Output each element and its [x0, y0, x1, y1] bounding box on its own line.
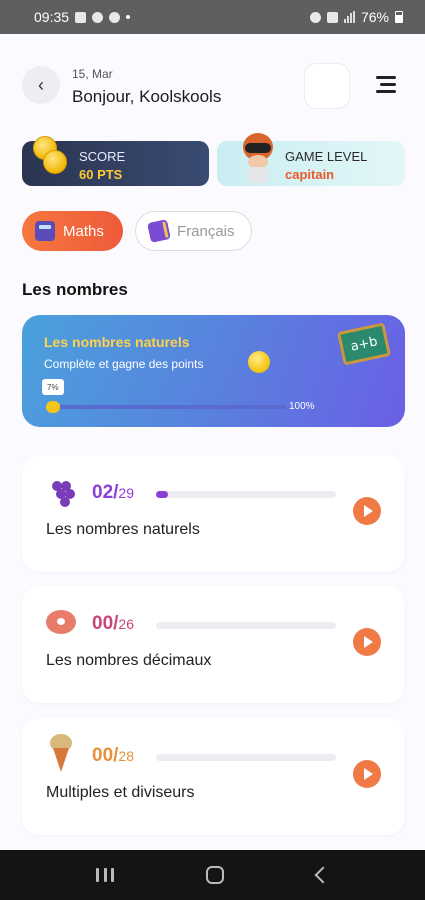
play-button[interactable] [353, 497, 381, 525]
score-label: SCORE [79, 149, 126, 164]
progress-percent-bubble: 7% [42, 379, 64, 395]
lesson-title: Les nombres naturels [46, 521, 200, 538]
score-value: 60 PTS [79, 167, 123, 182]
lesson-count: 00/26 [92, 613, 134, 634]
app-screen: ‹ 15, Mar Bonjour, Koolskools SCORE 60 P… [0, 34, 425, 850]
astronaut-avatar-icon [239, 133, 275, 185]
lesson-progress-fill [156, 491, 169, 498]
greeting-text: Bonjour, Koolskools [72, 87, 222, 106]
coin-icon [248, 351, 270, 373]
lesson-title: Les nombres décimaux [46, 652, 212, 669]
notification-dot-icon [126, 15, 131, 19]
back-button[interactable]: ‹ [22, 66, 60, 104]
featured-progress-track [46, 405, 286, 409]
cloud-icon [109, 11, 121, 23]
alarm-icon [309, 11, 321, 23]
lesson-title: Multiples et diviseurs [46, 784, 195, 801]
status-bar: 09:35 76% [0, 0, 425, 34]
tab-maths-label: Maths [63, 222, 104, 240]
game-level-card: GAME LEVEL capitain [217, 133, 405, 186]
lesson-progress-track [156, 491, 336, 498]
wifi-icon [326, 11, 338, 23]
status-time: 09:35 [34, 9, 70, 25]
lesson-card[interactable]: 00/28 Multiples et diviseurs [22, 718, 405, 835]
gallery-icon [75, 11, 87, 23]
featured-subtitle: Complète et gagne des points [44, 357, 204, 371]
lesson-progress-track [156, 622, 336, 629]
home-icon[interactable] [206, 866, 225, 884]
featured-progress-knob [46, 401, 60, 413]
coins-icon [29, 136, 73, 180]
book-icon [147, 219, 171, 243]
featured-lesson-card[interactable]: Les nombres naturels Complète et gagne d… [22, 315, 405, 427]
ice-cream-icon [48, 734, 74, 772]
battery-icon [395, 11, 403, 23]
grapes-icon [50, 475, 78, 509]
score-card: SCORE 60 PTS [22, 136, 209, 186]
battery-percent: 76% [360, 9, 389, 25]
section-title: Les nombres [22, 280, 128, 299]
featured-title: Les nombres naturels [44, 334, 190, 350]
lesson-count: 02/29 [92, 482, 134, 503]
back-icon[interactable] [314, 866, 332, 884]
menu-icon [376, 76, 396, 79]
signal-icon [343, 11, 355, 23]
tab-francais[interactable]: Français [135, 211, 252, 251]
level-label: GAME LEVEL [285, 149, 368, 164]
chalkboard-icon: a+b [336, 322, 392, 366]
menu-button[interactable] [372, 74, 398, 96]
lesson-progress-track [156, 754, 336, 761]
account-icon [92, 11, 104, 23]
lesson-count: 00/28 [92, 745, 134, 766]
system-nav-bar [0, 850, 425, 900]
calculator-icon [35, 221, 55, 241]
play-button[interactable] [353, 760, 381, 788]
tab-francais-label: Français [177, 222, 235, 240]
lesson-card[interactable]: 00/26 Les nombres décimaux [22, 586, 405, 703]
chevron-left-icon: ‹ [38, 74, 44, 95]
recents-icon[interactable] [96, 868, 115, 882]
avatar[interactable] [304, 63, 350, 109]
progress-max-label: 100% [289, 401, 315, 412]
header-date: 15, Mar [72, 67, 113, 81]
chalkboard-text: a+b [349, 333, 379, 355]
level-value: capitain [285, 167, 335, 182]
play-button[interactable] [353, 628, 381, 656]
lesson-card[interactable]: 02/29 Les nombres naturels [22, 455, 405, 572]
tab-maths[interactable]: Maths [22, 211, 123, 251]
donut-icon [46, 610, 76, 634]
